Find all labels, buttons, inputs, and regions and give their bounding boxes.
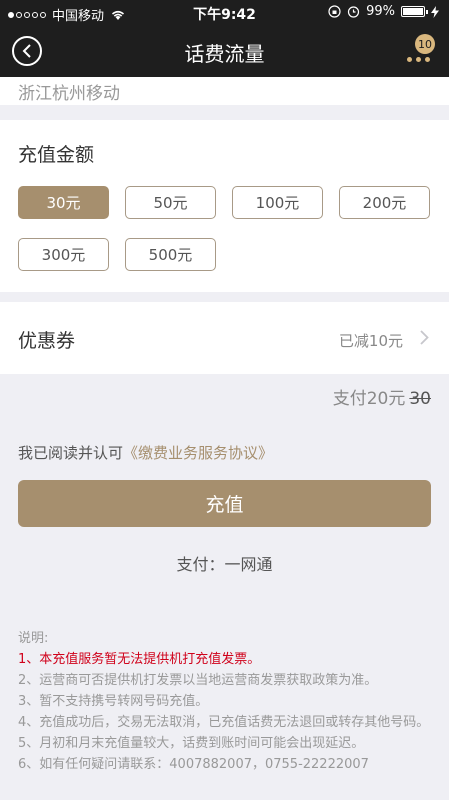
nav-bar: 话费流量 10 [0,26,449,77]
more-button[interactable]: 10 [407,34,435,66]
region-row: 浙江杭州移动 [0,77,449,105]
original-price: 30 [409,389,431,409]
charging-icon [431,5,439,18]
notes-section: 说明: 1、本充值服务暂无法提供机打充值发票。 2、运营商可否提供机打发票以当地… [18,628,438,775]
pay-method: 支付：一网通 [176,555,273,574]
amount-title: 充值金额 [18,144,95,166]
amount-option-30[interactable]: 30元 [18,186,109,219]
agreement-line: 我已阅读并认可《缴费业务服务协议》 [18,442,273,463]
coupon-row[interactable]: 优惠券 已减10元 [0,302,449,374]
coupon-value: 已减10元 [338,332,403,350]
payment-prefix: 支付 [332,389,367,409]
note-item: 5、月初和月末充值量较大，话费到账时间可能会出现延迟。 [18,736,365,751]
status-bar: 中国移动 下午9:42 99% [0,0,449,26]
note-item: 1、本充值服务暂无法提供机打充值发票。 [18,652,261,667]
alarm-icon [347,6,360,18]
payment-amount: 20元 [366,389,406,409]
amount-option-200[interactable]: 200元 [339,186,430,219]
coupon-label: 优惠券 [18,330,76,352]
amount-option-100[interactable]: 100元 [232,186,323,219]
chevron-right-icon [420,330,429,345]
note-item: 2、运营商可否提供机打发票以当地运营商发票获取政策为准。 [18,673,378,688]
note-item: 6、如有任何疑问请联系：4007882007，0755-22222007 [18,757,369,772]
battery-icon [401,6,428,17]
page-title: 话费流量 [184,42,265,66]
agreement-text: 我已阅读并认可 [18,444,124,462]
note-item: 4、充值成功后，交易无法取消，已充值话费无法退回或转存其他号码。 [18,715,430,730]
charge-button[interactable]: 充值 [18,480,431,527]
region-text: 浙江杭州移动 [18,84,120,104]
amount-option-50[interactable]: 50元 [125,186,216,219]
amount-option-500[interactable]: 500元 [125,238,216,271]
agreement-link[interactable]: 《缴费业务服务协议》 [123,444,273,462]
status-right: 99% [328,4,439,19]
note-item: 3、暂不支持携号转网号码充值。 [18,694,209,709]
rotation-lock-icon [328,5,341,18]
notification-badge: 10 [415,34,435,54]
payment-total: 支付20元 30 [333,384,431,409]
amount-section: 充值金额 30元 50元 100元 200元 300元 500元 [0,120,449,292]
notes-title: 说明: [18,631,49,646]
more-dots-icon [407,57,430,62]
battery-percent: 99% [366,4,395,19]
amount-option-300[interactable]: 300元 [18,238,109,271]
